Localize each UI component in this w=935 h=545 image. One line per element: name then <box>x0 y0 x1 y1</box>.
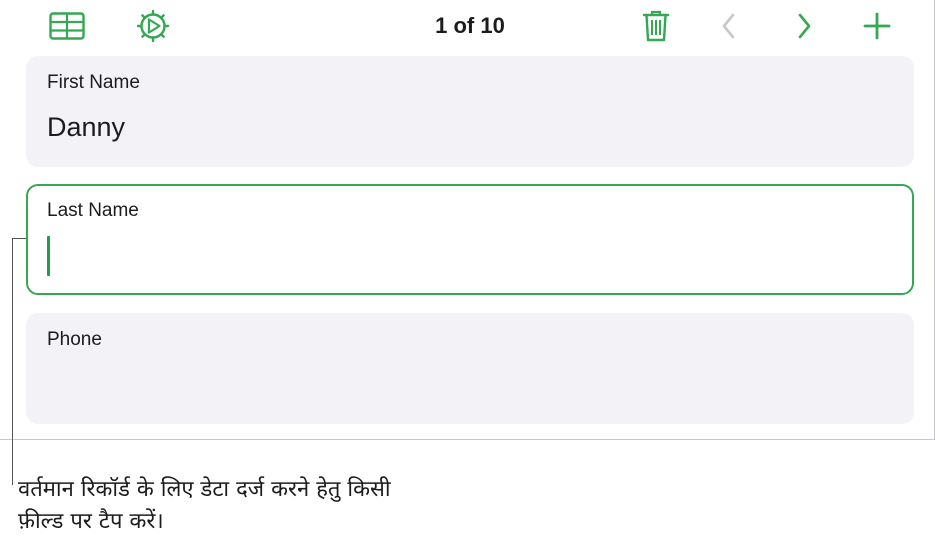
plus-icon <box>863 12 891 40</box>
previous-record-button[interactable] <box>709 6 749 46</box>
callout-text: वर्तमान रिकॉर्ड के लिए डेटा दर्ज करने हे… <box>18 477 391 534</box>
gear-icon <box>136 9 170 43</box>
trash-icon <box>642 10 670 42</box>
format-button[interactable] <box>133 6 173 46</box>
delete-record-button[interactable] <box>636 6 676 46</box>
callout-leader-vertical <box>12 238 13 485</box>
chevron-left-icon <box>722 13 735 39</box>
phone-field[interactable]: Phone <box>26 313 914 424</box>
form-toolbar: 1 of 10 <box>0 0 934 52</box>
text-cursor <box>47 236 50 276</box>
first-name-value[interactable]: Danny <box>47 112 125 143</box>
next-record-button[interactable] <box>784 6 824 46</box>
first-name-label: First Name <box>47 72 140 93</box>
table-view-button[interactable] <box>47 6 87 46</box>
last-name-field[interactable]: Last Name <box>26 184 914 295</box>
chevron-right-icon <box>798 13 811 39</box>
table-icon <box>49 12 85 40</box>
record-counter: 1 of 10 <box>435 13 505 38</box>
add-record-button[interactable] <box>857 6 897 46</box>
first-name-field[interactable]: First Name Danny <box>26 56 914 167</box>
last-name-label: Last Name <box>47 200 139 221</box>
callout-leader-horizontal <box>12 238 26 239</box>
record-form-panel: 1 of 10 First Name Danny Last Name Phone <box>0 0 935 440</box>
phone-label: Phone <box>47 329 102 350</box>
